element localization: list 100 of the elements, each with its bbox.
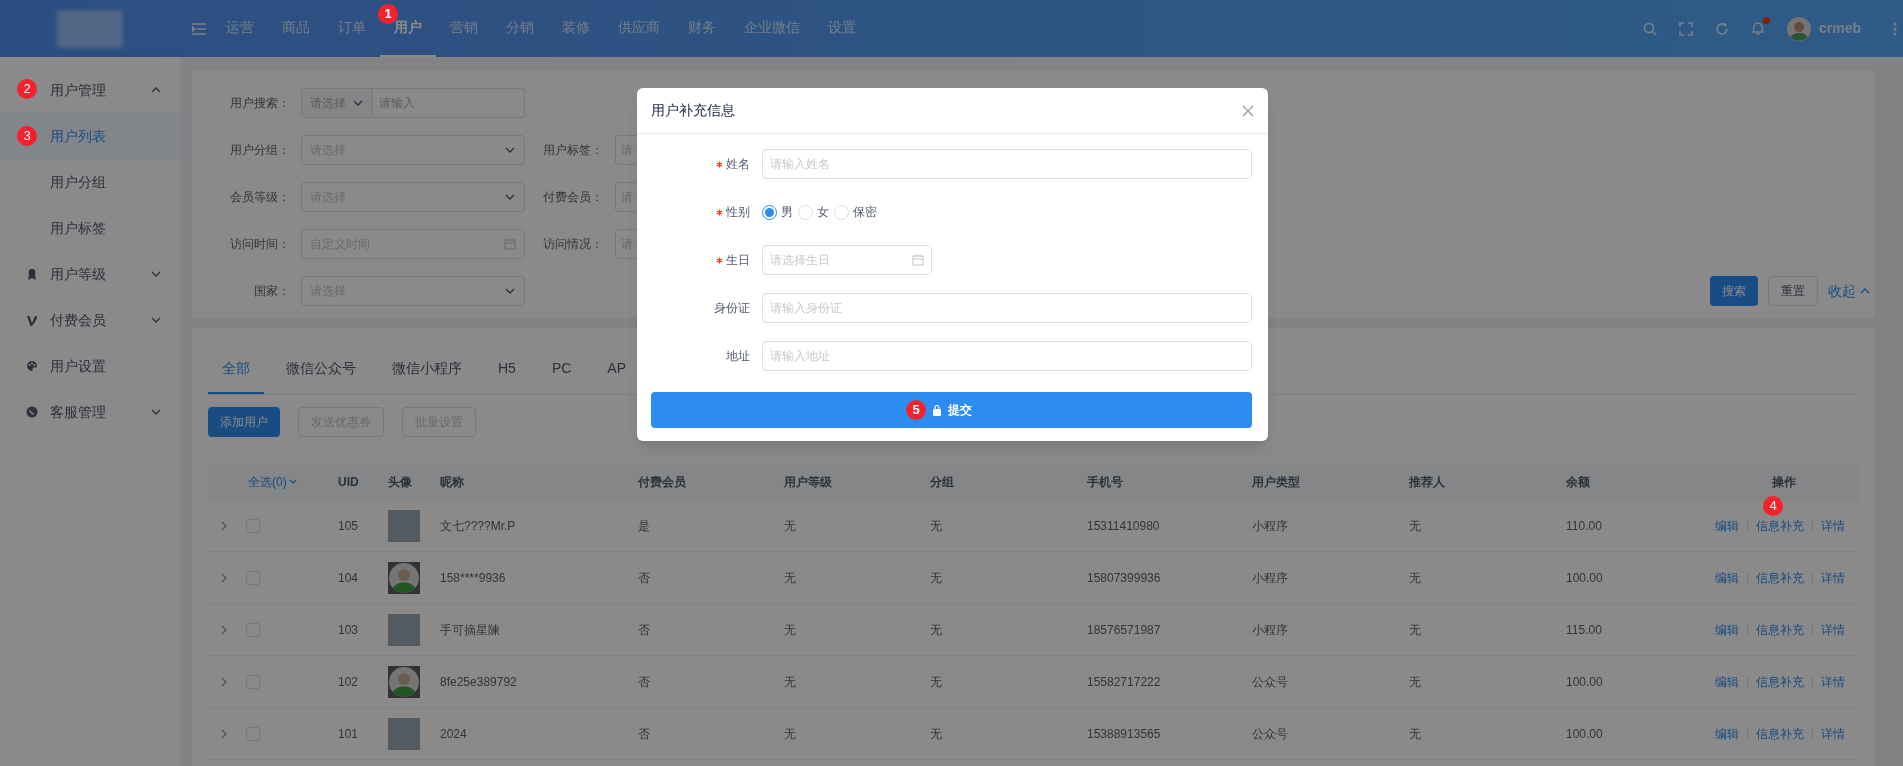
table-cell-text: 无 [929,673,943,691]
close-button[interactable] [1242,104,1254,117]
action-link[interactable]: 编辑 [1714,672,1739,691]
action-link[interactable]: 信息补充 [1755,516,1804,535]
table-cell-text: 8fe25e389792 [439,673,518,691]
sidebar-menu-item[interactable]: 用户设置 [0,343,180,389]
menu-label: 用户等级 [50,264,106,284]
table-cell-text: 无 [783,621,797,639]
field-label: 用户标签： [542,142,603,159]
channel-tab[interactable]: AP [593,344,641,394]
nav-tab[interactable]: 营销 [436,0,492,57]
nav-tab[interactable]: 装修 [548,0,604,57]
collapse-link[interactable]: 收起 [1828,280,1870,302]
action-link[interactable]: 详情 [1820,672,1845,691]
nav-tab[interactable]: 供应商 [604,0,674,57]
action-link[interactable]: 编辑 [1714,724,1739,743]
radio-option[interactable]: 女 [798,203,829,221]
table-cell-text: 无 [1408,569,1422,587]
field-label: 用户搜索： [229,95,290,112]
table-cell-text: 15582717222 [1086,673,1162,691]
menu-icon [192,22,206,35]
table-cell-text: 文七????Mr.P [439,517,517,535]
table-cell-text: 无 [783,725,797,743]
close-icon [1242,104,1254,117]
field-label: 会员等级： [229,189,290,206]
user-avatar-icon [1786,16,1811,41]
action-link[interactable]: 信息补充 [1755,568,1804,587]
medal-icon [26,267,38,281]
table-cell-text: 105 [337,517,360,535]
column-header: 操作 [1770,474,1797,491]
search-icon [1642,21,1657,36]
calendar-icon [912,254,924,266]
radio-option[interactable]: 男 [762,203,793,221]
sidebar-menu-item[interactable]: 付费会员 [0,297,180,343]
action-link[interactable]: 信息补充 [1755,620,1804,639]
table-cell-text: 公众号 [1251,725,1289,743]
table-cell-text: 小程序 [1251,621,1289,639]
radio-option[interactable]: 保密 [834,203,877,221]
action-link[interactable]: 信息补充 [1755,724,1804,743]
field-label: 性别 [726,204,750,221]
table-cell-text: 公众号 [1251,673,1289,691]
table-cell-text: 2024 [439,725,468,743]
step-number-badge: 3 [17,126,37,146]
submenu-item[interactable]: 用户分组 [0,159,180,205]
column-header: 用户类型 [1251,474,1301,491]
action-link[interactable]: 详情 [1820,516,1845,535]
table-cell-text: 无 [1408,673,1422,691]
table-cell-text: 110.00 [1565,517,1603,535]
v-shape-icon [26,313,38,327]
table-cell-text: 15807399936 [1086,569,1162,587]
table-cell-text: 无 [1408,517,1422,535]
action-link[interactable]: 信息补充 [1755,672,1804,691]
action-link[interactable]: 编辑 [1714,620,1739,639]
channel-tab[interactable]: PC [537,344,586,394]
submit-button[interactable]: 5 提交 [651,392,1252,428]
nav-tab[interactable]: 企业微信 [730,0,814,57]
channel-tab[interactable]: 全部 [208,344,264,394]
username[interactable]: crmeb [1818,18,1861,39]
calendar-icon [504,238,516,250]
table-cell-text: 102 [337,673,360,691]
column-header: 用户等级 [783,474,833,491]
column-header: 昵称 [439,474,465,491]
channel-tab[interactable]: 微信公众号 [272,344,370,394]
nav-tab[interactable]: 分销 [492,0,548,57]
column-header: 分组 [929,474,955,491]
refresh-icon [1714,21,1729,36]
channel-tab[interactable]: 微信小程序 [378,344,476,394]
table-cell-text: 否 [637,673,651,691]
toolbar-button[interactable]: 添加用户 [208,407,280,437]
reset-button[interactable]: 重置 [1768,276,1818,306]
step-number-badge: 5 [906,400,926,420]
action-link[interactable]: 详情 [1820,568,1845,587]
action-link[interactable]: 编辑 [1714,568,1739,587]
table-cell-text: 无 [929,621,943,639]
menu-label: 付费会员 [50,310,106,330]
select-all-dropdown[interactable]: 全选(0) [240,473,330,491]
action-link[interactable]: 详情 [1820,724,1845,743]
field-label: 付费会员： [542,189,603,206]
table-cell-text: 115.00 [1565,621,1603,639]
sidebar-menu-item[interactable]: 客服管理 [0,389,180,435]
table-cell-text: 100.00 [1565,569,1604,587]
table-cell-text: 104 [337,569,360,587]
sidebar-menu-item[interactable]: 2 用户管理 [0,67,180,113]
submenu-item[interactable]: 用户标签 [0,205,180,251]
channel-tab[interactable]: H5 [484,344,530,394]
search-button[interactable]: 搜索 [1710,276,1758,306]
action-link[interactable]: 详情 [1820,620,1845,639]
field-label: 生日 [726,252,750,269]
table-cell-text: 101 [337,725,360,743]
nav-tab[interactable]: 设置 [814,0,870,57]
table-cell-text: 无 [929,569,943,587]
nav-tab[interactable]: 财务 [674,0,730,57]
sidebar-menu-item[interactable]: 用户等级 [0,251,180,297]
nav-tab[interactable]: 运营 [212,0,268,57]
submenu-item[interactable]: 3 用户列表 [0,113,180,159]
field-label: 访问情况： [542,236,603,253]
table-cell-text: 无 [1408,725,1422,743]
column-header: 余额 [1565,474,1591,491]
action-link[interactable]: 编辑 [1714,516,1739,535]
nav-tab[interactable]: 商品 [268,0,324,57]
